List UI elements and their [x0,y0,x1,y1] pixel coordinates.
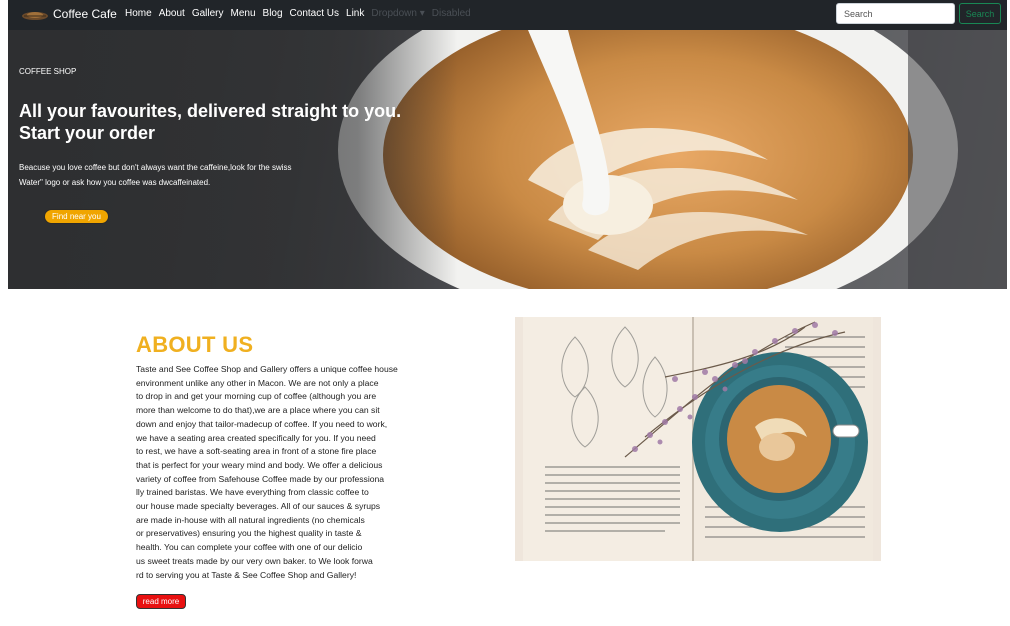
hero-description: Beacuse you love coffee but don't always… [19,163,292,187]
hero-banner: COFFEE SHOP All your favourites, deliver… [8,30,1007,289]
about-text-line: down and enjoy that tailor-madecup of co… [136,418,388,429]
nav-link-home[interactable]: Home [125,8,152,19]
hero-tag: COFFEE SHOP [19,67,77,76]
about-text-line: more than welcome to do that),we are a p… [136,405,380,416]
find-near-you-button[interactable]: Find near you [44,209,109,224]
nav-link-menu[interactable]: Menu [231,8,256,19]
about-text-line: rd to serving you at Taste & See Coffee … [136,569,357,580]
about-heading: ABOUT US [136,332,254,357]
search-input[interactable] [836,3,955,24]
nav-link-link[interactable]: Link [346,8,364,19]
about-text-line: health. You can complete your coffee wit… [136,542,363,553]
read-more-button[interactable]: read more [136,594,186,609]
nav-link-contact-us[interactable]: Contact Us [290,8,339,19]
nav-links: Home About Gallery Menu Blog Contact Us Link Dr… [125,8,478,19]
nav-link-gallery[interactable]: Gallery [192,8,224,19]
navbar: Coffee Cafe Home About Gallery Menu Blog Cont… [8,0,1007,30]
hero-title: All your favourites, delivered straight … [19,101,402,143]
about-text-line: or preservatives) ensuring you the highe… [136,528,362,539]
coffee-logo-icon[interactable] [20,7,50,23]
about-text-line: we have a seating area created specifica… [136,432,376,443]
nav-link-dropdown[interactable]: Dropdown [371,8,424,19]
search-button[interactable]: Search [959,3,1001,24]
about-text-line: variety of coffee from Safehouse Coffee … [136,473,385,484]
nav-link-about[interactable]: About [159,8,185,19]
about-text: Taste and See Coffee Shop and Gallery of… [136,363,416,582]
about-text-line: environment unlike any other in Macon. W… [136,377,379,388]
brand-name[interactable]: Coffee Cafe [53,7,117,21]
nav-link-disabled: Disabled [431,8,471,19]
about-text-line: to rest, we have a soft-seating area in … [136,446,377,457]
about-text-line: our house made specialty beverages. All … [136,501,381,512]
coffee-book-image [515,317,881,561]
about-text-line: lly trained baristas. We have everything… [136,487,369,498]
about-text-line: us sweet treats made by our very own bak… [136,555,373,566]
about-text-line: that is perfect for your weary mind and … [136,459,383,470]
about-text-line: Taste and See Coffee Shop and Gallery of… [136,364,398,374]
about-text-line: are made in-house with all natural ingre… [136,514,365,525]
about-text-line: to drop in and get your morning cup of c… [136,391,377,402]
nav-link-blog[interactable]: Blog [263,8,283,19]
